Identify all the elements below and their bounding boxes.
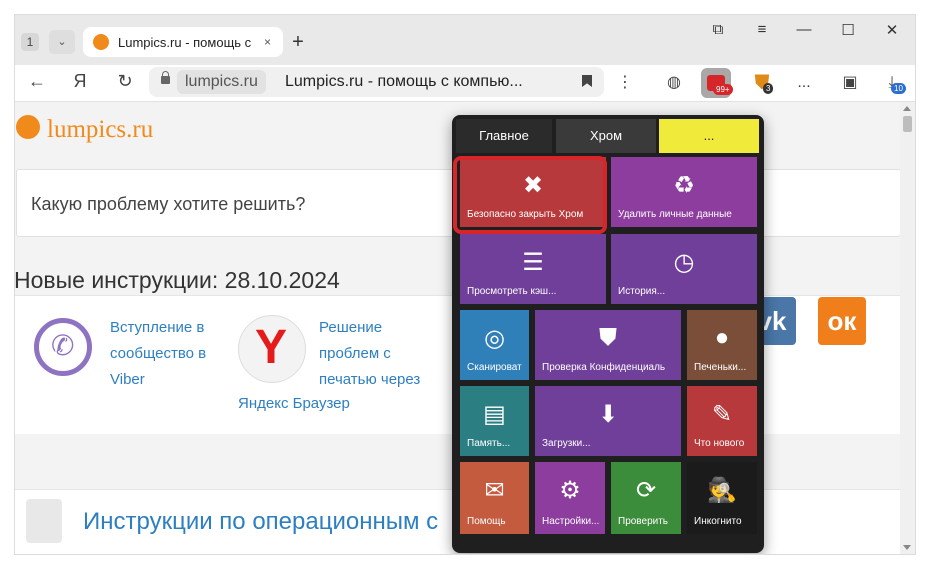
tile-label: Просмотреть кэш... bbox=[467, 286, 557, 297]
card-link-yandex-1[interactable]: Решение bbox=[319, 315, 382, 341]
tile-incognito[interactable]: 🕵 Инкогнито bbox=[687, 462, 757, 534]
scroll-thumb[interactable] bbox=[903, 116, 912, 132]
refresh-icon: ⟳ bbox=[635, 477, 657, 504]
envelope-icon: ✉ bbox=[484, 477, 505, 504]
clock-icon: ◷ bbox=[673, 249, 695, 276]
scrollbar[interactable] bbox=[900, 102, 915, 554]
tile-label: Что нового bbox=[694, 438, 745, 449]
downloads-icon[interactable]: ⤓ 10 bbox=[877, 68, 907, 98]
close-window-button[interactable]: ✕ bbox=[877, 21, 907, 39]
tile-label: Проверить bbox=[618, 516, 669, 527]
cookie-icon: ● bbox=[714, 324, 730, 351]
collections-icon[interactable]: ▣ bbox=[835, 68, 865, 98]
card-link-yandex-2[interactable]: проблем с bbox=[319, 341, 391, 367]
shield-icon: ⛊ bbox=[599, 324, 617, 351]
active-tab[interactable]: Lumpics.ru - помощь с × bbox=[83, 27, 283, 57]
address-bar: ← Я ↻ lumpics.ru Lumpics.ru - помощь с к… bbox=[15, 65, 915, 102]
tile-label: История... bbox=[618, 286, 666, 297]
site-logo-text[interactable]: lumpics.ru bbox=[47, 116, 153, 144]
popup-tab-main[interactable]: Главное bbox=[456, 119, 552, 153]
extension-button[interactable]: 99+ bbox=[701, 68, 733, 98]
reload-button[interactable]: ↻ bbox=[113, 71, 137, 92]
minimize-button[interactable]: — bbox=[789, 21, 819, 38]
popup-tab-chrome[interactable]: Хром bbox=[556, 119, 656, 153]
database-icon: ☰ bbox=[522, 249, 544, 276]
lock-icon bbox=[161, 71, 170, 84]
tile-privacy-check[interactable]: ⛊ Проверка Конфиденциаль bbox=[535, 310, 681, 380]
section-title: Новые инструкции: 28.10.2024 bbox=[15, 267, 340, 293]
shield-badge: 3 bbox=[763, 83, 774, 94]
more-extensions-button[interactable]: ... bbox=[789, 68, 819, 98]
tile-whats-new[interactable]: ✎ Что нового bbox=[687, 386, 757, 456]
maximize-button[interactable]: ☐ bbox=[833, 21, 863, 39]
tile-history[interactable]: ◷ История... bbox=[611, 234, 757, 304]
recycle-icon: ♻ bbox=[673, 172, 695, 199]
tile-label: Помощь bbox=[467, 516, 506, 527]
back-button[interactable]: ← bbox=[25, 71, 49, 92]
tile-delete-personal-data[interactable]: ♻ Удалить личные данные bbox=[611, 157, 757, 227]
ok-button[interactable]: ок bbox=[818, 297, 866, 345]
yandex-browser-icon[interactable] bbox=[238, 315, 306, 383]
scroll-down-arrow-icon[interactable] bbox=[903, 545, 911, 550]
tab-title: Lumpics.ru - помощь с bbox=[118, 34, 252, 50]
scroll-up-arrow-icon[interactable] bbox=[903, 106, 911, 111]
tile-label: Инкогнито bbox=[694, 516, 742, 527]
tab-close-icon[interactable]: × bbox=[264, 35, 271, 49]
bookmark-icon[interactable] bbox=[582, 75, 592, 87]
category-link[interactable]: Инструкции по операционным с bbox=[83, 508, 438, 536]
card-link-viber-2[interactable]: сообщество в bbox=[110, 341, 206, 367]
tile-scan[interactable]: ◎ Сканироват bbox=[460, 310, 529, 380]
tile-view-cache[interactable]: ☰ Просмотреть кэш... bbox=[460, 234, 606, 304]
tile-label: Проверка Конфиденциаль bbox=[542, 362, 666, 373]
globe-icon[interactable]: ◍ bbox=[659, 68, 689, 98]
tab-counter[interactable]: 1 bbox=[21, 33, 39, 51]
tile-help[interactable]: ✉ Помощь bbox=[460, 462, 529, 534]
tile-cookies[interactable]: ● Печеньки... bbox=[687, 310, 757, 380]
tile-label: Настройки... bbox=[542, 516, 600, 527]
download-arrow-icon: ⬇ bbox=[597, 401, 619, 428]
tile-label: Удалить личные данные bbox=[618, 209, 732, 220]
card-link-yandex-3[interactable]: печатью через bbox=[319, 367, 420, 393]
tile-settings[interactable]: ⚙ Настройки... bbox=[535, 462, 605, 534]
viber-icon[interactable] bbox=[34, 318, 92, 376]
pin-icon[interactable]: ⧉ bbox=[703, 21, 733, 38]
tile-label: Печеньки... bbox=[694, 362, 747, 373]
highlight-box bbox=[453, 156, 607, 234]
more-icon[interactable]: ⋮ bbox=[610, 68, 640, 98]
extension-badge: 99+ bbox=[713, 84, 733, 95]
tile-downloads[interactable]: ⬇ Загрузки... bbox=[535, 386, 681, 456]
browser-window: 1 ⌄ Lumpics.ru - помощь с × + ⧉ ≡ — ☐ ✕ … bbox=[15, 15, 915, 554]
tile-label: Загрузки... bbox=[542, 438, 591, 449]
tile-memory[interactable]: ▤ Память... bbox=[460, 386, 529, 456]
gear-icon: ⚙ bbox=[559, 477, 581, 504]
lumpics-logo-icon[interactable] bbox=[16, 115, 40, 139]
popup-tab-more[interactable]: ... bbox=[659, 119, 759, 153]
card-link-viber-3[interactable]: Viber bbox=[110, 367, 145, 393]
scan-icon: ◎ bbox=[484, 325, 505, 352]
yandex-button[interactable]: Я bbox=[68, 71, 92, 92]
omnibox-page-title: Lumpics.ru - помощь с компью... bbox=[285, 73, 523, 90]
lumpics-favicon-icon bbox=[93, 34, 109, 50]
tile-label: Сканироват bbox=[467, 362, 522, 373]
omnibox[interactable]: lumpics.ru Lumpics.ru - помощь с компью.… bbox=[149, 67, 604, 97]
card-link-viber-1[interactable]: Вступление в bbox=[110, 315, 204, 341]
whats-new-icon: ✎ bbox=[711, 401, 733, 428]
download-badge: 10 bbox=[891, 83, 906, 94]
shield-extension-icon[interactable]: ⛊ 3 bbox=[747, 68, 777, 98]
search-placeholder: Какую проблему хотите решить? bbox=[31, 194, 306, 214]
tile-check[interactable]: ⟳ Проверить bbox=[611, 462, 681, 534]
menu-icon[interactable]: ≡ bbox=[747, 21, 777, 38]
tab-list-chevron-icon[interactable]: ⌄ bbox=[49, 30, 75, 54]
tab-bar: 1 ⌄ Lumpics.ru - помощь с × + ⧉ ≡ — ☐ ✕ bbox=[15, 15, 915, 65]
domain-pill[interactable]: lumpics.ru bbox=[177, 70, 266, 94]
memory-chip-icon: ▤ bbox=[483, 401, 506, 428]
new-tab-button[interactable]: + bbox=[287, 31, 309, 53]
incognito-icon: 🕵 bbox=[707, 477, 737, 504]
tile-label: Память... bbox=[467, 438, 511, 449]
operating-systems-icon bbox=[26, 499, 62, 543]
card-link-yandex-4[interactable]: Яндекс Браузер bbox=[238, 391, 350, 417]
